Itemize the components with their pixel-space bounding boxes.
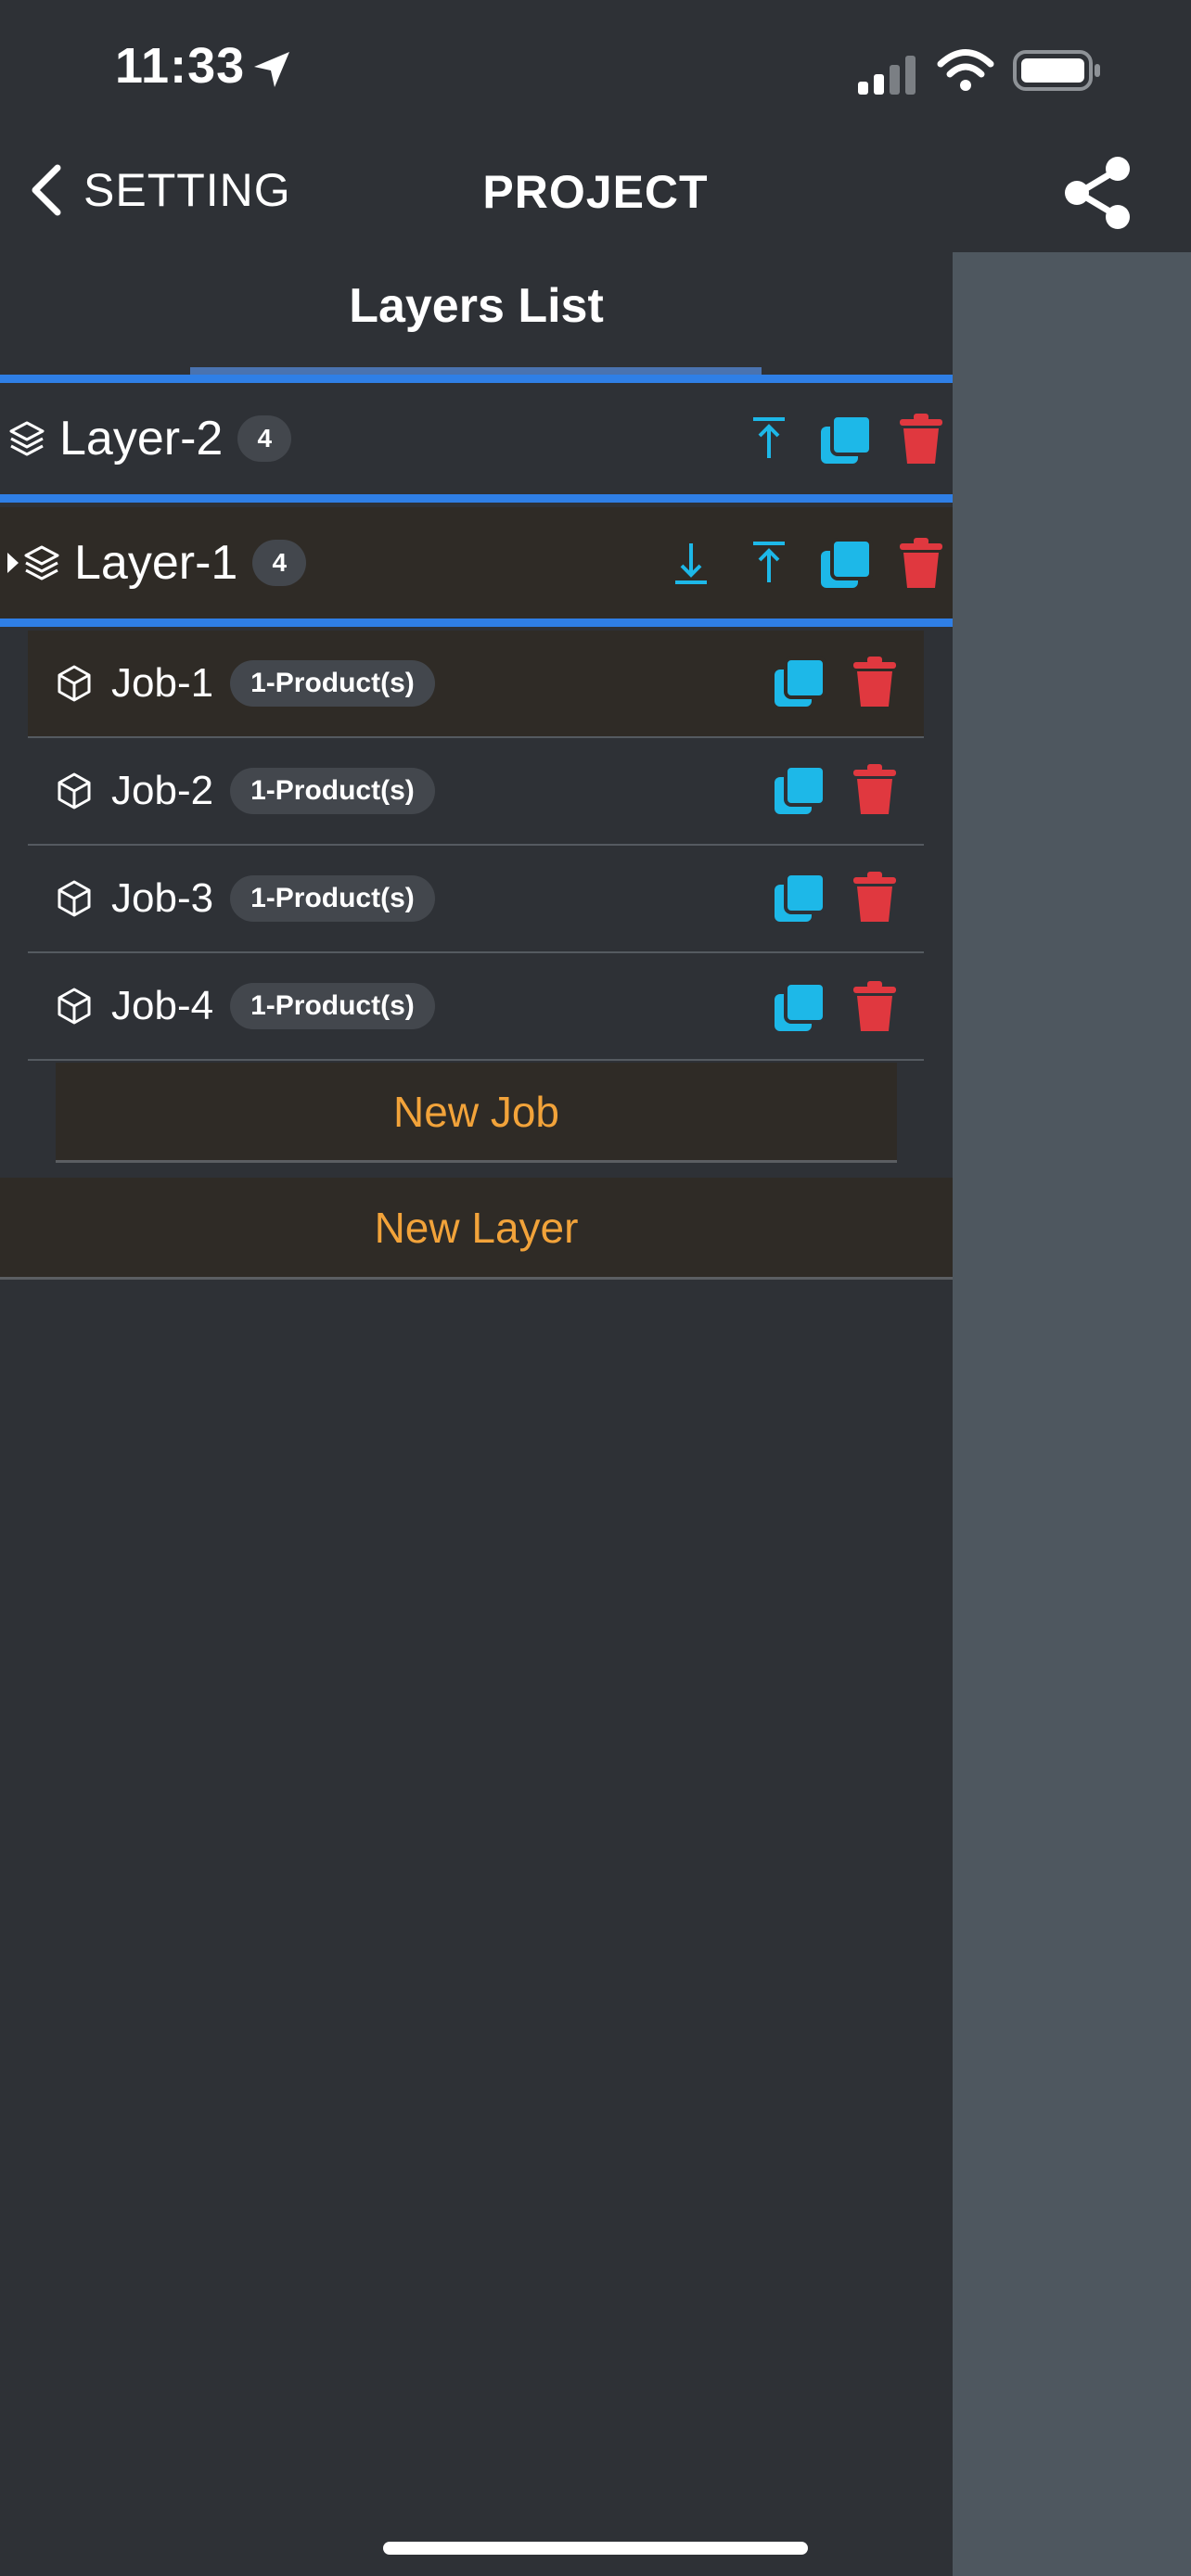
location-arrow-icon <box>254 52 289 87</box>
job-name: Job-1 <box>111 660 214 706</box>
duplicate-icon[interactable] <box>819 414 873 465</box>
duplicate-icon[interactable] <box>773 657 826 708</box>
cellular-signal-icon <box>858 56 916 95</box>
layers-icon <box>9 421 45 456</box>
wifi-icon <box>937 49 994 91</box>
layer-row-expanded[interactable]: Layer-1 4 <box>0 507 953 618</box>
box-icon <box>58 880 91 917</box>
trash-icon[interactable] <box>852 979 898 1033</box>
trash-icon[interactable] <box>852 655 898 708</box>
status-time: 11:33 <box>115 38 246 94</box>
job-name: Job-2 <box>111 768 214 813</box>
back-button[interactable]: SETTING <box>28 158 291 223</box>
drop-indicator-line <box>0 494 953 503</box>
move-to-top-icon[interactable] <box>749 540 788 586</box>
job-count-badge: 4 <box>252 540 307 586</box>
product-count-badge: 1-Product(s) <box>230 768 435 814</box>
box-icon <box>58 665 91 702</box>
product-count-badge: 1-Product(s) <box>230 660 435 707</box>
header-underline <box>190 367 762 375</box>
new-layer-button[interactable]: New Layer <box>0 1178 953 1280</box>
drop-indicator-line <box>0 375 953 383</box>
share-icon[interactable] <box>1062 156 1136 230</box>
expand-caret-icon[interactable] <box>6 551 20 575</box>
move-to-top-icon[interactable] <box>749 415 788 462</box>
new-job-button[interactable]: New Job <box>56 1063 897 1163</box>
layers-icon <box>24 545 59 580</box>
layer-name: Layer-2 <box>59 412 224 465</box>
duplicate-icon[interactable] <box>773 872 826 924</box>
move-to-bottom-icon[interactable] <box>672 540 711 586</box>
trash-icon[interactable] <box>852 762 898 816</box>
job-count-badge: 4 <box>237 415 292 462</box>
home-indicator[interactable] <box>383 2542 808 2555</box>
layer-row[interactable]: Layer-2 4 <box>0 383 953 494</box>
battery-icon <box>1013 50 1100 91</box>
trash-icon[interactable] <box>852 870 898 924</box>
box-icon <box>58 988 91 1025</box>
box-icon <box>58 772 91 810</box>
duplicate-icon[interactable] <box>773 981 826 1033</box>
side-panel <box>953 252 1191 2576</box>
duplicate-icon[interactable] <box>773 764 826 816</box>
drop-indicator-line <box>0 618 953 627</box>
trash-icon[interactable] <box>898 412 944 465</box>
chevron-left-icon <box>32 164 61 216</box>
job-name: Job-3 <box>111 875 214 921</box>
back-label: SETTING <box>83 164 291 216</box>
product-count-badge: 1-Product(s) <box>230 983 435 1029</box>
page-title: PROJECT <box>482 166 709 218</box>
trash-icon[interactable] <box>898 536 944 590</box>
layers-list-title: Layers List <box>349 279 604 333</box>
product-count-badge: 1-Product(s) <box>230 875 435 922</box>
layer-name: Layer-1 <box>74 536 238 590</box>
job-name: Job-4 <box>111 983 214 1028</box>
duplicate-icon[interactable] <box>819 538 873 590</box>
